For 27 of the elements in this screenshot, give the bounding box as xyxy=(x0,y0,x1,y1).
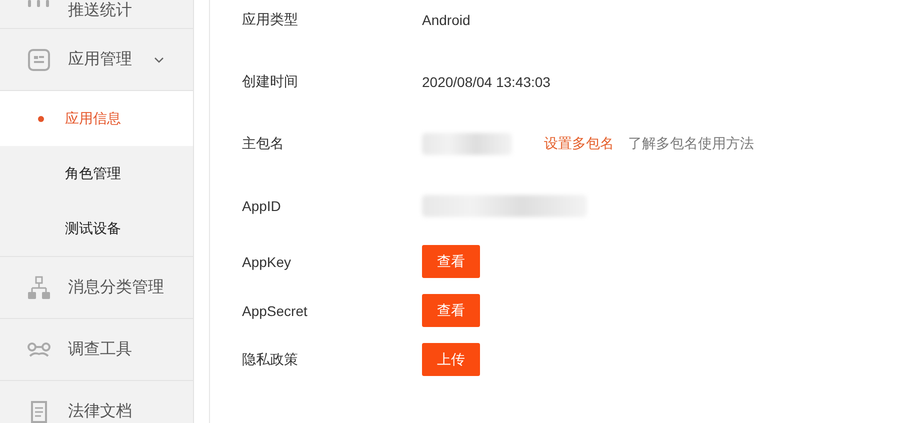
hierarchy-icon xyxy=(27,276,51,300)
field-value: 2020/08/04 13:43:03 xyxy=(422,74,550,90)
upload-button[interactable]: 上传 xyxy=(422,343,480,376)
field-label: 创建时间 xyxy=(242,73,299,91)
document-icon xyxy=(31,400,47,422)
link[interactable]: 了解多包名使用方法 xyxy=(628,135,754,153)
field-label: 隐私政策 xyxy=(242,350,299,368)
sidebar-item[interactable]: 调查工具 xyxy=(0,319,193,381)
active-dot xyxy=(38,116,44,122)
view-button[interactable]: 查看 xyxy=(422,245,480,278)
field-value: Android xyxy=(422,12,470,28)
sidebar-item[interactable]: 推送统计 xyxy=(0,0,193,29)
card-icon xyxy=(28,48,50,70)
submenu-item[interactable]: 角色管理 xyxy=(0,146,193,201)
field-label: AppSecret xyxy=(242,302,308,318)
submenu-item[interactable]: 应用信息 xyxy=(0,91,193,146)
sidebar-item[interactable]: 法律文档 xyxy=(0,381,193,423)
sidebar-item[interactable]: 消息分类管理 xyxy=(0,257,193,319)
glasses-icon xyxy=(27,342,51,358)
view-button[interactable]: 查看 xyxy=(422,294,480,327)
bar-chart-icon xyxy=(27,0,51,8)
field-label: 应用类型 xyxy=(242,11,299,29)
field-label: AppKey xyxy=(242,254,292,270)
field-label: 主包名 xyxy=(242,135,285,153)
link[interactable]: 设置多包名 xyxy=(544,135,614,153)
field-label: AppID xyxy=(242,198,282,214)
submenu-item[interactable]: 测试设备 xyxy=(0,201,193,257)
